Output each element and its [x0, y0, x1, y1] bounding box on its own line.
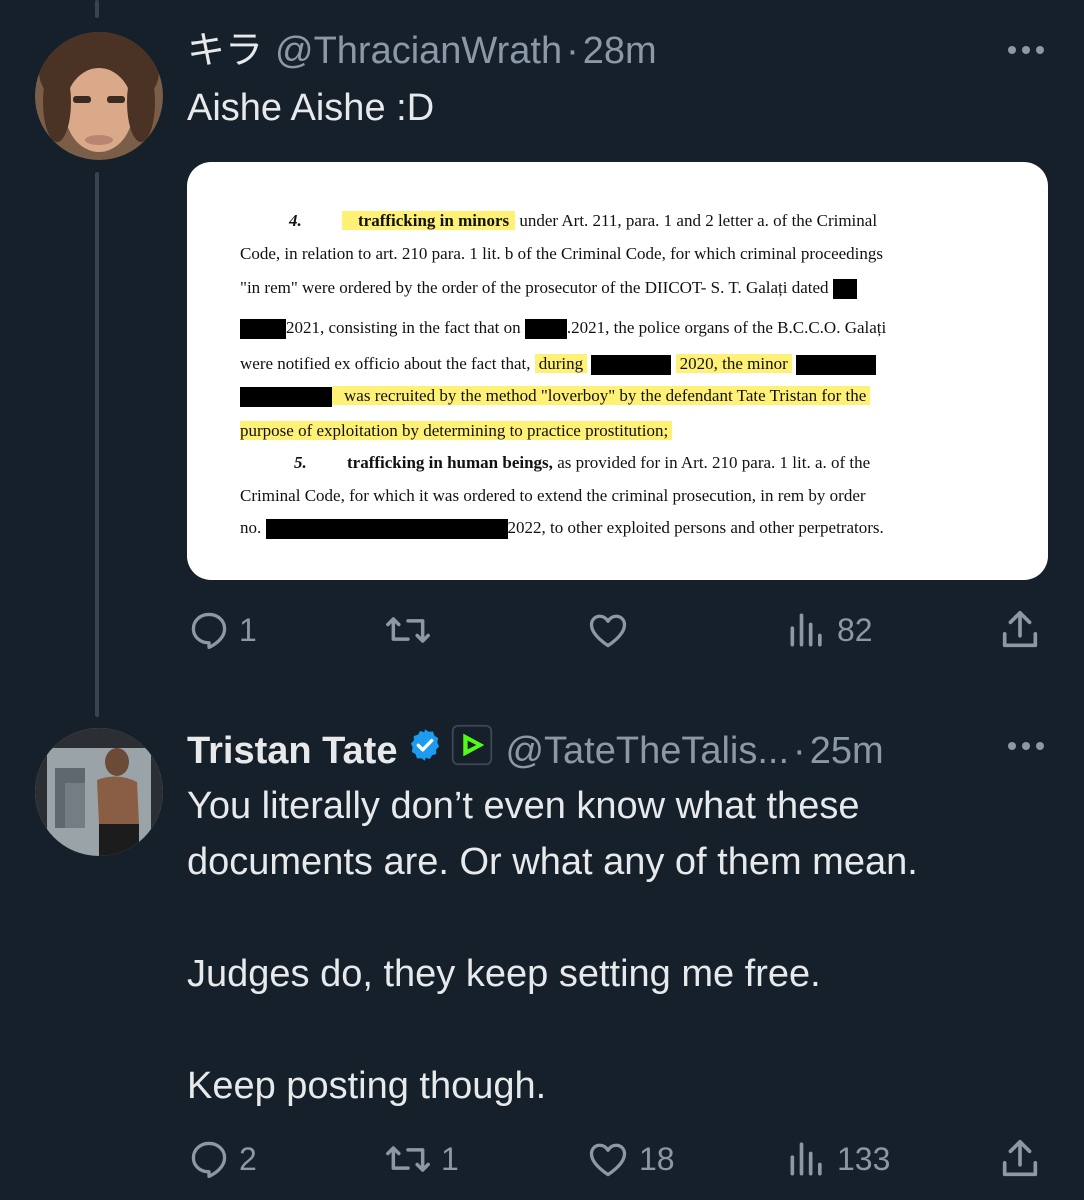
- views-icon: [790, 613, 822, 647]
- tweet2-more-icon[interactable]: [1008, 742, 1044, 750]
- tweet2-share-button[interactable]: [997, 1135, 1043, 1183]
- doc-line-6: was recruited by the method "loverboy" b…: [240, 384, 966, 408]
- tweet2-actions: 2 1 18 133: [187, 1135, 1047, 1183]
- tweet2-retweet-count: 1: [441, 1140, 459, 1177]
- tweet1-reply-button[interactable]: 1: [187, 606, 257, 654]
- tweet2-text: You literally don’t even know what these…: [187, 785, 918, 1107]
- like-icon: [589, 614, 627, 648]
- doc-item4-number: 4.: [289, 211, 302, 230]
- reply-icon: [191, 1141, 227, 1179]
- tweet2-like-count: 18: [639, 1140, 675, 1177]
- tweet1-display-name[interactable]: キラ: [187, 28, 263, 74]
- tweet1-handle[interactable]: @ThracianWrath: [275, 28, 562, 74]
- doc-line-5: were notified ex officio about the fact …: [240, 352, 966, 376]
- doc-line-5b: during: [534, 354, 588, 373]
- redaction-box: [591, 355, 672, 376]
- doc-item5-bold: trafficking in human beings,: [347, 453, 553, 472]
- doc-item5-rest: as provided for in Art. 210 para. 1 lit.…: [557, 453, 871, 472]
- tweet1-retweet-button[interactable]: [383, 606, 433, 654]
- redaction-box: [265, 519, 508, 540]
- tweet1-time[interactable]: 28m: [583, 28, 657, 74]
- redaction-box: [796, 355, 876, 376]
- avatar-tristan-tate[interactable]: [35, 728, 163, 856]
- doc-line-10: no. 2022, to other exploited persons and…: [240, 516, 966, 540]
- doc-line-4: 2021, consisting in the fact that on .20…: [240, 316, 966, 340]
- doc-line-4b: .2021, the police organs of the B.C.C.O.…: [566, 318, 887, 337]
- doc-line-6-text: was recruited by the method "loverboy" b…: [332, 386, 871, 405]
- tweet2-view-count: 133: [837, 1140, 891, 1177]
- tweet1-header: キラ @ThracianWrath · 28m: [187, 28, 657, 74]
- doc-line-5c: 2020, the minor: [675, 354, 792, 373]
- doc-line-10a: no.: [240, 518, 262, 537]
- tweet1-like-button[interactable]: [585, 606, 631, 654]
- tweet2-header: Tristan Tate @TateTheTalis... · 25m: [187, 724, 884, 777]
- doc-item4-rest: under Art. 211, para. 1 and 2 letter a. …: [519, 211, 878, 230]
- thread-connector-top: [95, 0, 99, 18]
- redaction-box: [240, 387, 332, 408]
- doc-line-5a: were notified ex officio about the fact …: [240, 354, 531, 373]
- reply-icon: [191, 612, 227, 650]
- tweet2-handle[interactable]: @TateTheTalis...: [505, 728, 789, 774]
- doc-item5-number: 5.: [294, 453, 307, 472]
- tweet2-like-button[interactable]: 18: [585, 1135, 675, 1183]
- doc-line-7: purpose of exploitation by determining t…: [240, 419, 966, 443]
- tweet2-display-name[interactable]: Tristan Tate: [187, 728, 397, 774]
- doc-line-7-text: purpose of exploitation by determining t…: [240, 421, 673, 440]
- doc-line-9: Criminal Code, for which it was ordered …: [240, 486, 866, 505]
- doc-line-1: 4. trafficking in minors under Art. 211,…: [240, 209, 966, 233]
- retweet-icon: [386, 1146, 430, 1172]
- tweet1-dot: ·: [566, 30, 579, 72]
- doc-line-4a: 2021, consisting in the fact that on: [286, 318, 521, 337]
- doc-line-3: "in rem" were ordered by the order of th…: [240, 276, 966, 300]
- tweet1-text: Aishe Aishe :D: [187, 87, 435, 129]
- retweet-icon: [386, 617, 430, 643]
- redaction-box: [240, 319, 286, 340]
- doc-line-3-text: "in rem" were ordered by the order of th…: [240, 278, 829, 297]
- doc-item4-highlight: trafficking in minors: [342, 211, 516, 230]
- redaction-box: [832, 279, 857, 300]
- doc-line-10b: 2022, to other exploited persons and oth…: [507, 518, 884, 537]
- tweet1-views-button[interactable]: 82: [785, 606, 873, 654]
- doc-line-2: Code, in relation to art. 210 para. 1 li…: [240, 244, 884, 263]
- tweet1-reply-count: 1: [239, 611, 257, 648]
- tweet1-view-count: 82: [837, 611, 873, 648]
- doc-line-8: 5. trafficking in human beings, as provi…: [240, 451, 966, 475]
- tweet1-share-button[interactable]: [997, 606, 1043, 654]
- share-icon: [1002, 1139, 1038, 1177]
- tweet2-dot: ·: [793, 729, 806, 772]
- views-icon: [790, 1142, 822, 1176]
- verified-icon: [407, 727, 443, 774]
- tweet1-more-icon[interactable]: [1008, 46, 1044, 54]
- tweet2-reply-button[interactable]: 2: [187, 1135, 257, 1183]
- avatar-thracianwrath[interactable]: [35, 32, 163, 160]
- tweet1-document-image[interactable]: 4. trafficking in minors under Art. 211,…: [187, 162, 1048, 580]
- rumble-icon[interactable]: [451, 724, 493, 777]
- like-icon: [589, 1143, 627, 1177]
- tweet2-retweet-button[interactable]: 1: [383, 1135, 459, 1183]
- redaction-box: [524, 319, 567, 340]
- tweet2-reply-count: 2: [239, 1140, 257, 1177]
- share-icon: [1002, 610, 1038, 648]
- thread-connector: [95, 172, 99, 717]
- tweet2-time[interactable]: 25m: [810, 728, 884, 774]
- tweet2-views-button[interactable]: 133: [785, 1135, 890, 1183]
- tweet1-actions: 1 82: [187, 606, 1047, 654]
